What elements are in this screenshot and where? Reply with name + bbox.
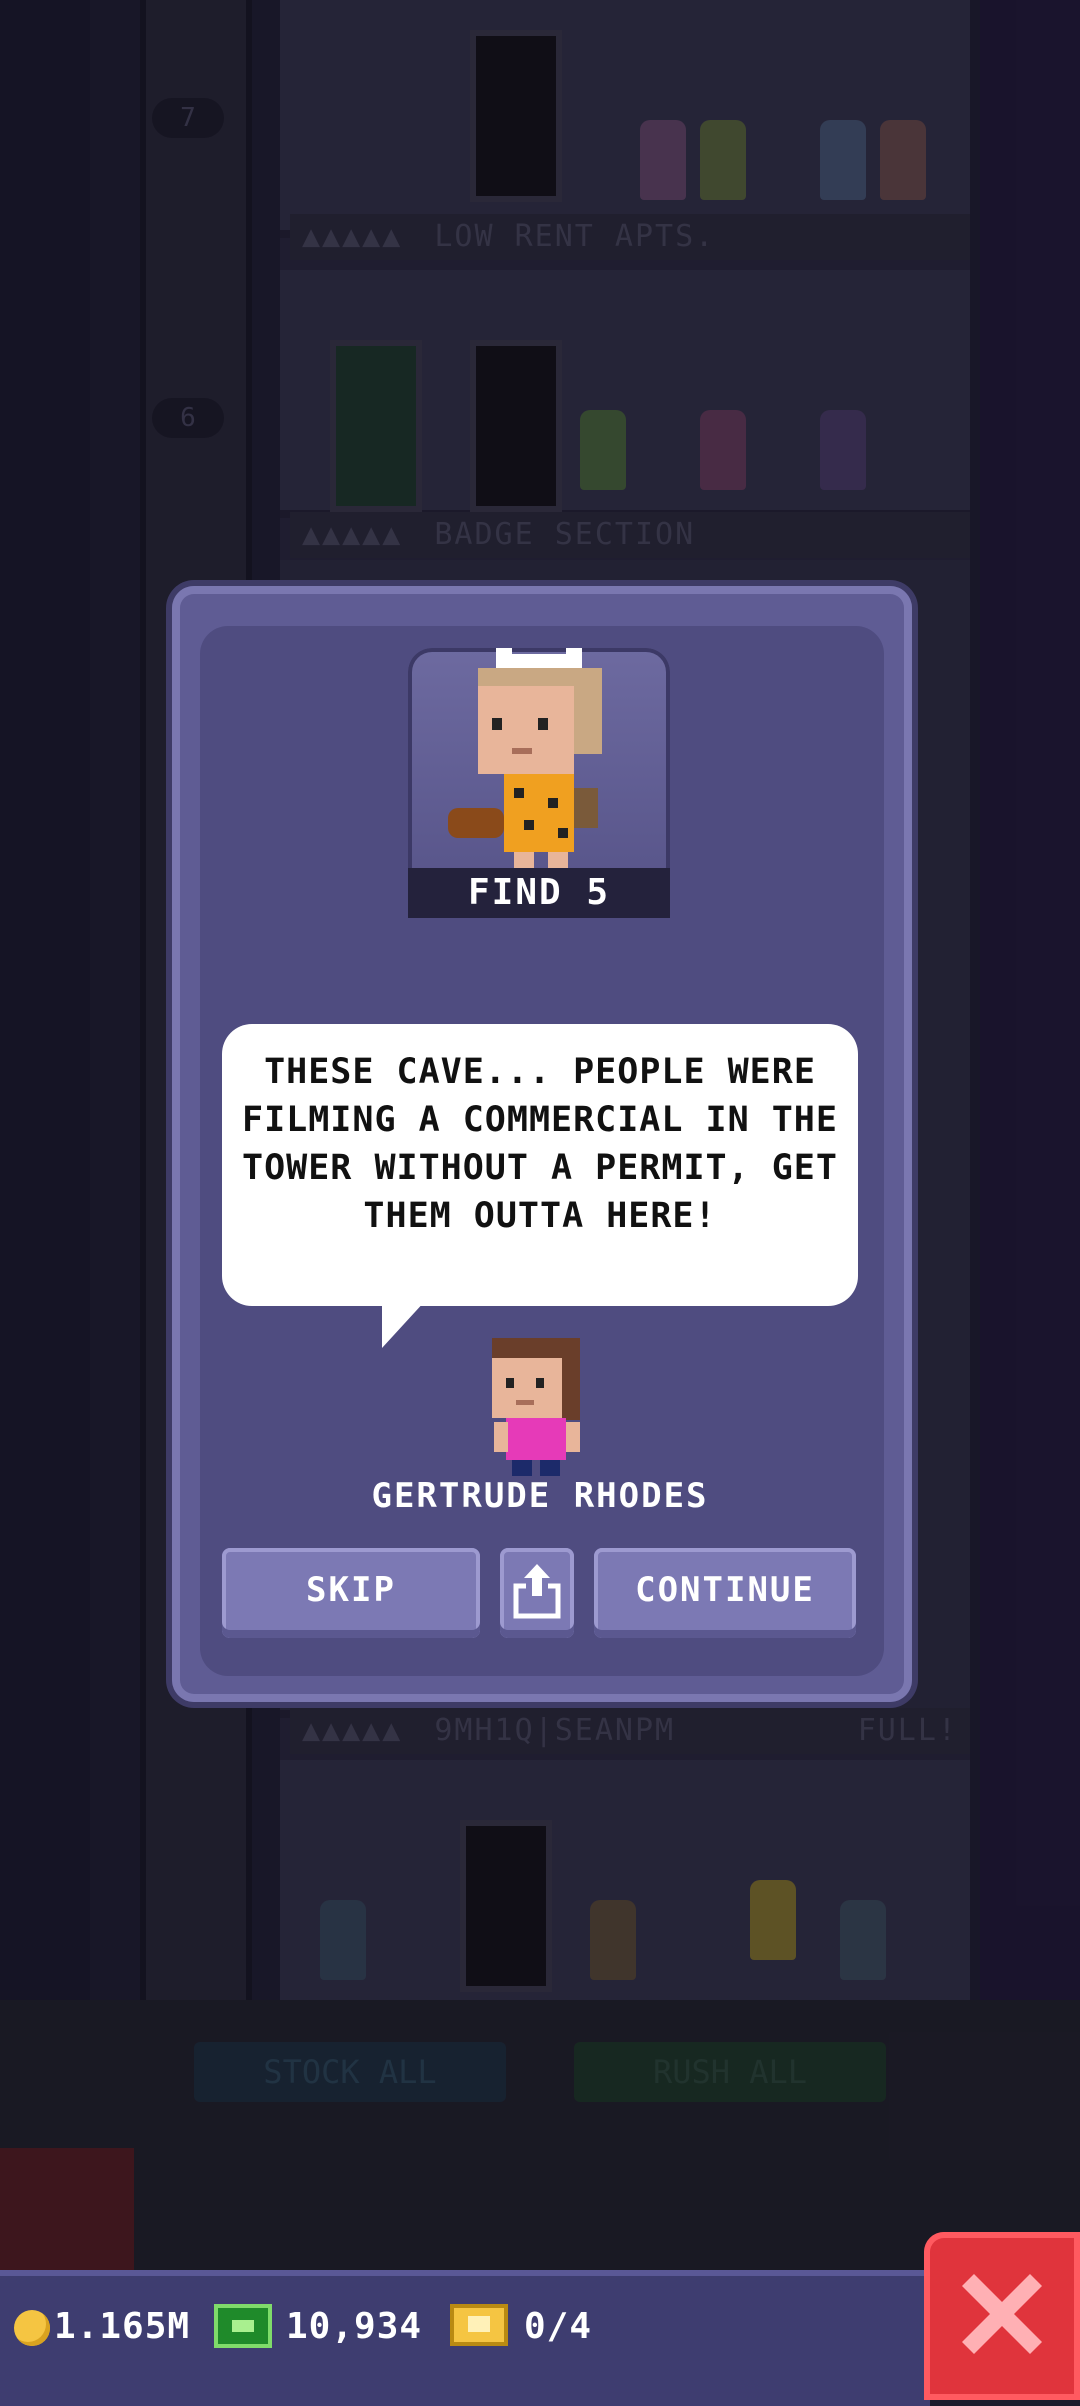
skip-button[interactable]: SKIP — [222, 1548, 480, 1638]
mission-message: THESE CAVE... PEOPLE WERE FILMING A COMM… — [242, 1052, 838, 1236]
share-button[interactable] — [500, 1548, 574, 1638]
close-icon — [962, 2274, 1042, 2354]
bitizen-avatar-icon — [492, 1338, 580, 1476]
npc-name: GERTRUDE RHODES — [371, 1476, 709, 1516]
bux-value: 10,934 — [286, 2306, 423, 2347]
bux-icon — [214, 2304, 272, 2348]
share-icon — [513, 1564, 561, 1619]
coin-icon — [14, 2310, 50, 2346]
speech-bubble-tail — [382, 1300, 426, 1348]
golden-ticket-icon — [450, 2304, 508, 2346]
currency-bar: 1.165M 10,934 0/4 — [0, 2270, 930, 2406]
caveman-character-icon — [448, 648, 602, 868]
find-count-badge: FIND 5 — [408, 868, 670, 918]
close-button[interactable] — [924, 2232, 1080, 2400]
tickets-value: 0/4 — [524, 2306, 593, 2347]
continue-button[interactable]: CONTINUE — [594, 1548, 856, 1638]
speech-bubble: THESE CAVE... PEOPLE WERE FILMING A COMM… — [222, 1024, 858, 1306]
coins-value: 1.165M — [54, 2306, 191, 2347]
